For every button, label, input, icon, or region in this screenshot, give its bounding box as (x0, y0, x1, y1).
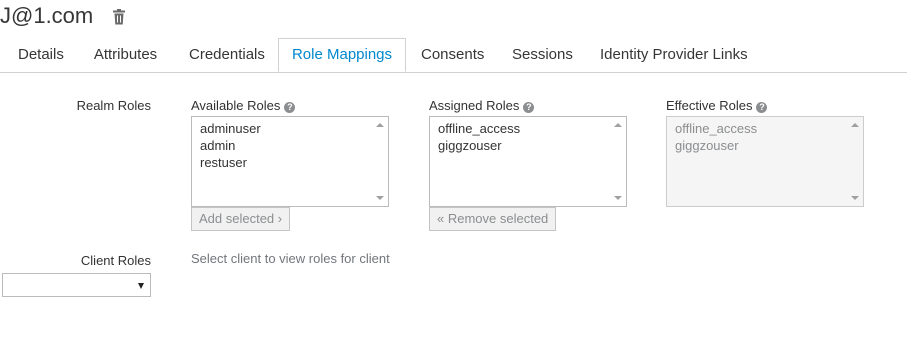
help-icon[interactable]: ? (284, 102, 296, 113)
list-item[interactable]: giggzouser (438, 137, 626, 154)
tab-identity-provider-links[interactable]: Identity Provider Links (600, 38, 748, 72)
assigned-roles-list[interactable]: offline_access giggzouser (429, 116, 627, 207)
available-roles-label: Available Roles? (191, 98, 296, 113)
client-roles-label: Client Roles (80, 253, 151, 268)
available-roles-list[interactable]: adminuser admin restuser (191, 116, 389, 207)
list-item: giggzouser (675, 138, 739, 153)
effective-roles-label: Effective Roles? (666, 98, 768, 113)
trash-icon[interactable] (110, 8, 128, 26)
scrollbar[interactable] (847, 117, 863, 206)
chevron-down-icon (138, 283, 144, 289)
effective-roles-list: offline_access giggzouser (666, 116, 864, 207)
scroll-down-icon[interactable] (614, 196, 622, 200)
realm-roles-label: Realm Roles (76, 98, 151, 113)
scroll-up-icon[interactable] (376, 123, 384, 127)
list-item: offline_access (675, 121, 758, 136)
effective-roles-label-text: Effective Roles (666, 98, 753, 113)
scroll-down-icon[interactable] (376, 196, 384, 200)
tab-attributes[interactable]: Attributes (93, 38, 158, 72)
remove-selected-button[interactable]: « Remove selected (429, 207, 557, 231)
tab-bar: Details Attributes Credentials Role Mapp… (0, 38, 907, 73)
scrollbar[interactable] (372, 117, 388, 206)
scroll-up-icon[interactable] (614, 123, 622, 127)
available-roles-label-text: Available Roles (191, 98, 281, 113)
scroll-down-icon[interactable] (851, 196, 859, 200)
list-item[interactable]: admin (200, 137, 388, 154)
help-icon[interactable]: ? (756, 102, 768, 113)
list-item[interactable]: offline_access (438, 120, 626, 137)
scrollbar[interactable] (610, 117, 626, 206)
tab-role-mappings[interactable]: Role Mappings (278, 38, 406, 72)
assigned-roles-label: Assigned Roles? (429, 98, 535, 113)
tab-details[interactable]: Details (18, 38, 64, 72)
list-item[interactable]: adminuser (200, 120, 388, 137)
tab-credentials[interactable]: Credentials (189, 38, 265, 72)
list-item[interactable]: restuser (200, 154, 388, 171)
tab-consents[interactable]: Consents (421, 38, 484, 72)
help-icon[interactable]: ? (523, 102, 535, 113)
add-selected-button[interactable]: Add selected › (191, 207, 291, 231)
scroll-up-icon[interactable] (851, 123, 859, 127)
user-title: J@1.com (0, 3, 94, 28)
client-roles-hint: Select client to view roles for client (191, 251, 390, 266)
assigned-roles-label-text: Assigned Roles (429, 98, 520, 113)
client-select[interactable] (2, 273, 151, 297)
tab-sessions[interactable]: Sessions (512, 38, 573, 72)
